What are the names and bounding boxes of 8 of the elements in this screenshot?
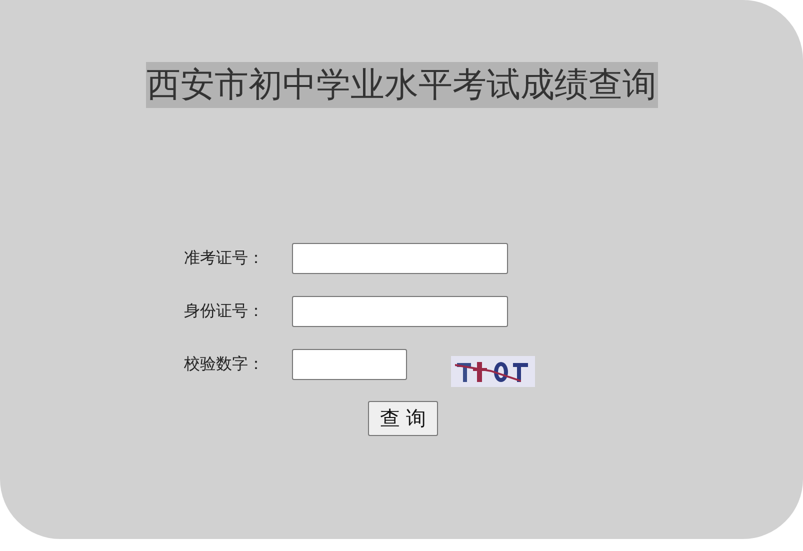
input-field[interactable] xyxy=(292,243,508,274)
query-button[interactable]: 查 询 xyxy=(368,401,438,436)
field-label: 准考证号： xyxy=(184,248,265,269)
field-label: 身份证号： xyxy=(184,301,265,322)
field-label: 校验数字： xyxy=(184,354,265,375)
input-field[interactable] xyxy=(292,296,508,327)
captcha-input-field[interactable] xyxy=(292,349,407,380)
page-title: 西安市初中学业水平考试成绩查询 xyxy=(146,62,658,108)
